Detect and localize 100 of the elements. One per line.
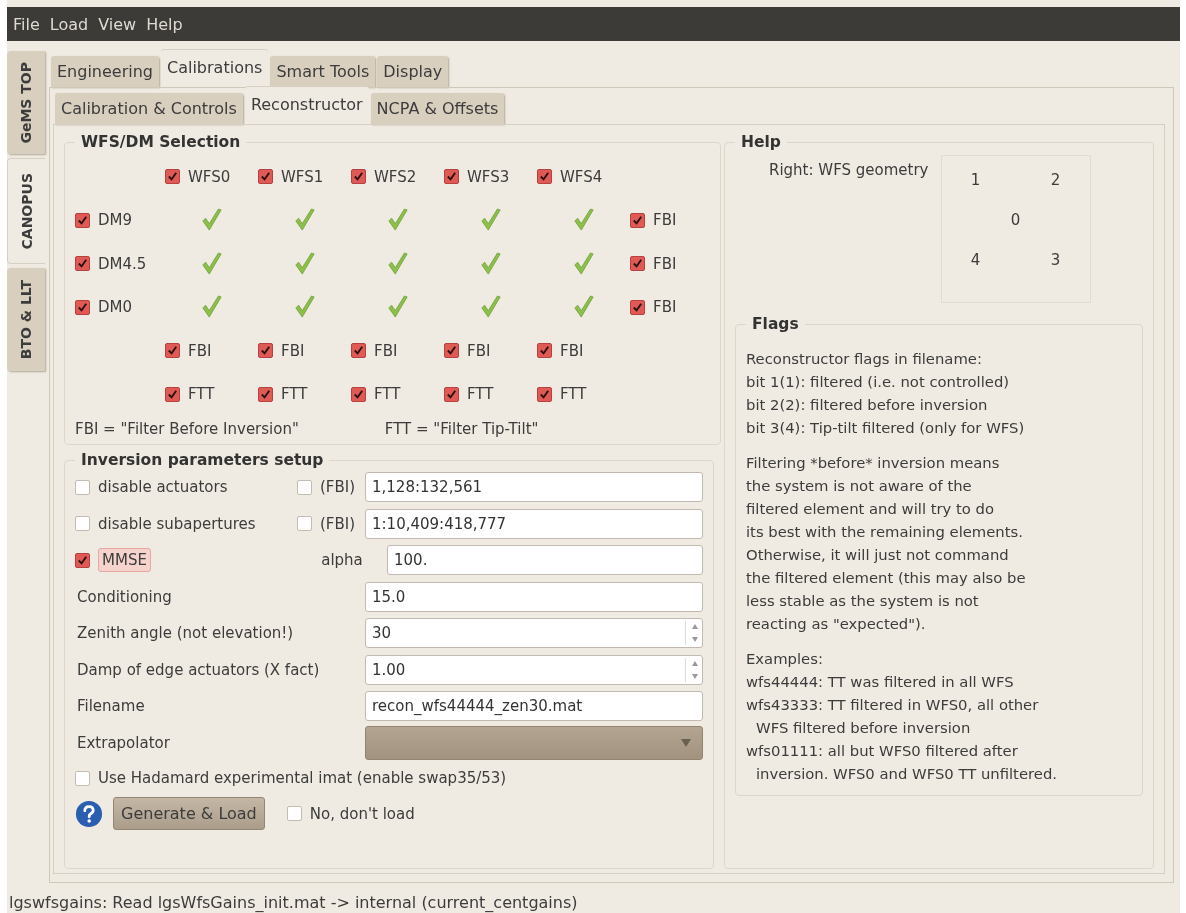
group-title: Flags [751,315,800,333]
spin-field[interactable]: 30 [365,618,703,649]
dropdown[interactable] [365,725,703,760]
field-label: Zenith angle (not elevation!) [76,624,295,643]
spin-arrows-icon [685,657,700,682]
menu-item[interactable]: Help [146,14,183,34]
checkbox-label: FTT [374,385,401,404]
spin-arrows-icon [685,621,700,646]
help-text: reacting as "expected"). [746,614,926,634]
checkbox-label: FBI [653,298,677,317]
text-field[interactable]: 15.0 [365,581,703,612]
help-text: bit 2(2): filtered before inversion [746,395,988,415]
checkbox[interactable] [286,806,302,821]
help-text: inversion. WFS0 and WFS0 TT unfiltered. [756,764,1057,784]
legend-text: FTT = "Filter Tip-Tilt" [384,420,539,438]
help-text: wfs43333: TT filtered in WFS0, all other [746,695,1039,715]
help-text: the filtered element (this may also be [746,568,1026,588]
tab[interactable]: Engineering [51,56,159,87]
checkbox-label: FTT [188,385,215,404]
checkbox-label: FBI [653,254,677,273]
text-field[interactable]: recon_wfs44444_zen30.mat [365,691,703,722]
checkbox[interactable] [351,343,366,359]
checkbox[interactable] [75,256,90,272]
checkbox[interactable] [537,343,552,359]
checkbox[interactable] [165,386,180,402]
help-text: WFS filtered before inversion [756,718,971,738]
field-label: Filename [76,697,146,716]
checkbox-label: (FBI) [320,478,356,497]
checkbox[interactable] [444,169,459,185]
checkbox[interactable] [537,169,552,185]
help-text: Right: WFS geometry [769,161,929,179]
checkbox[interactable] [444,386,459,402]
text-field[interactable]: 100. [387,545,703,576]
side-tab[interactable]: GeMS TOP [7,51,45,154]
help-text: Examples: [746,649,823,669]
field-label: alpha [320,551,364,570]
tab[interactable]: Calibrations [161,50,269,87]
field-label: Conditioning [76,587,173,606]
tab[interactable]: NCPA & Offsets [370,93,505,124]
checkbox[interactable] [258,343,273,359]
menu-item[interactable]: File [13,14,40,34]
checkbox-label: FBI [188,341,212,360]
checkbox-label: FBI [653,211,677,230]
checkbox[interactable] [351,386,366,402]
group-title: Inversion parameters setup [80,451,325,469]
checkbox[interactable] [351,169,366,185]
field-label: Damp of edge actuators (X fact) [76,660,321,679]
spin-field[interactable]: 1.00 [365,654,703,685]
checkbox-label: FBI [560,341,584,360]
wfs-number: 1 [970,171,981,189]
legend-text: FBI = "Filter Before Inversion" [75,420,299,438]
checkbox[interactable] [75,299,90,315]
checkbox-label: disable subapertures [98,514,256,533]
tab[interactable]: Smart Tools [270,56,376,87]
side-tab[interactable]: CANOPUS [7,158,45,264]
help-icon[interactable] [75,799,103,828]
checkbox-label: WFS2 [374,167,417,186]
checkbox-label: WFS3 [467,167,510,186]
help-text: bit 1(1): filtered (i.e. not controlled) [746,372,1010,392]
group-title: WFS/DM Selection [80,133,242,151]
generate-button[interactable]: Generate & Load [113,797,265,830]
checkbox-label: No, don't load [309,804,415,823]
status-text: lgswfsgains: Read lgsWfsGains_init.mat -> internal (current_centgains) [8,891,579,913]
side-tab[interactable]: BTO & LLT [7,268,45,371]
wfs-number: 2 [1050,171,1061,189]
checkbox[interactable] [630,212,645,228]
tab[interactable]: Calibration & Controls [55,93,243,124]
checkbox-label: FTT [560,385,587,404]
checkbox[interactable] [444,343,459,359]
menu-item[interactable]: Load [49,14,89,34]
checkbox[interactable] [165,343,180,359]
checkbox-label: FBI [281,341,305,360]
tab[interactable]: Display [377,56,449,87]
text-field[interactable]: 1:10,409:418,777 [365,508,703,539]
help-text: wfs01111: all but WFS0 filtered after [746,741,1018,761]
checkbox[interactable] [75,516,90,532]
checkbox[interactable] [75,479,90,495]
checkbox-label: WFS0 [188,167,231,186]
checkbox-label: (FBI) [320,514,356,533]
checkbox[interactable] [297,479,312,495]
checkbox[interactable] [537,386,552,402]
help-text: wfs44444: TT was filtered in all WFS [746,672,1014,692]
menu-item[interactable]: View [98,14,137,34]
help-text: filtered element and will try to do [746,499,995,519]
help-text: its best with the remaining elements. [746,522,1023,542]
checkbox[interactable] [630,256,645,272]
checkbox[interactable] [75,212,90,228]
checkbox-label: WFS4 [560,167,603,186]
checkbox[interactable] [75,770,90,786]
checkbox[interactable] [165,169,180,185]
checkbox[interactable] [258,169,273,185]
checkbox-label: FBI [374,341,398,360]
checkbox[interactable] [75,552,90,568]
checkbox-label: FBI [467,341,491,360]
help-text: Otherwise, it will just not command [746,545,1009,565]
checkbox[interactable] [297,516,312,532]
text-field[interactable]: 1,128:132,561 [365,472,703,503]
checkbox[interactable] [258,386,273,402]
checkbox[interactable] [630,299,645,315]
wfs-number: 0 [1010,211,1021,229]
